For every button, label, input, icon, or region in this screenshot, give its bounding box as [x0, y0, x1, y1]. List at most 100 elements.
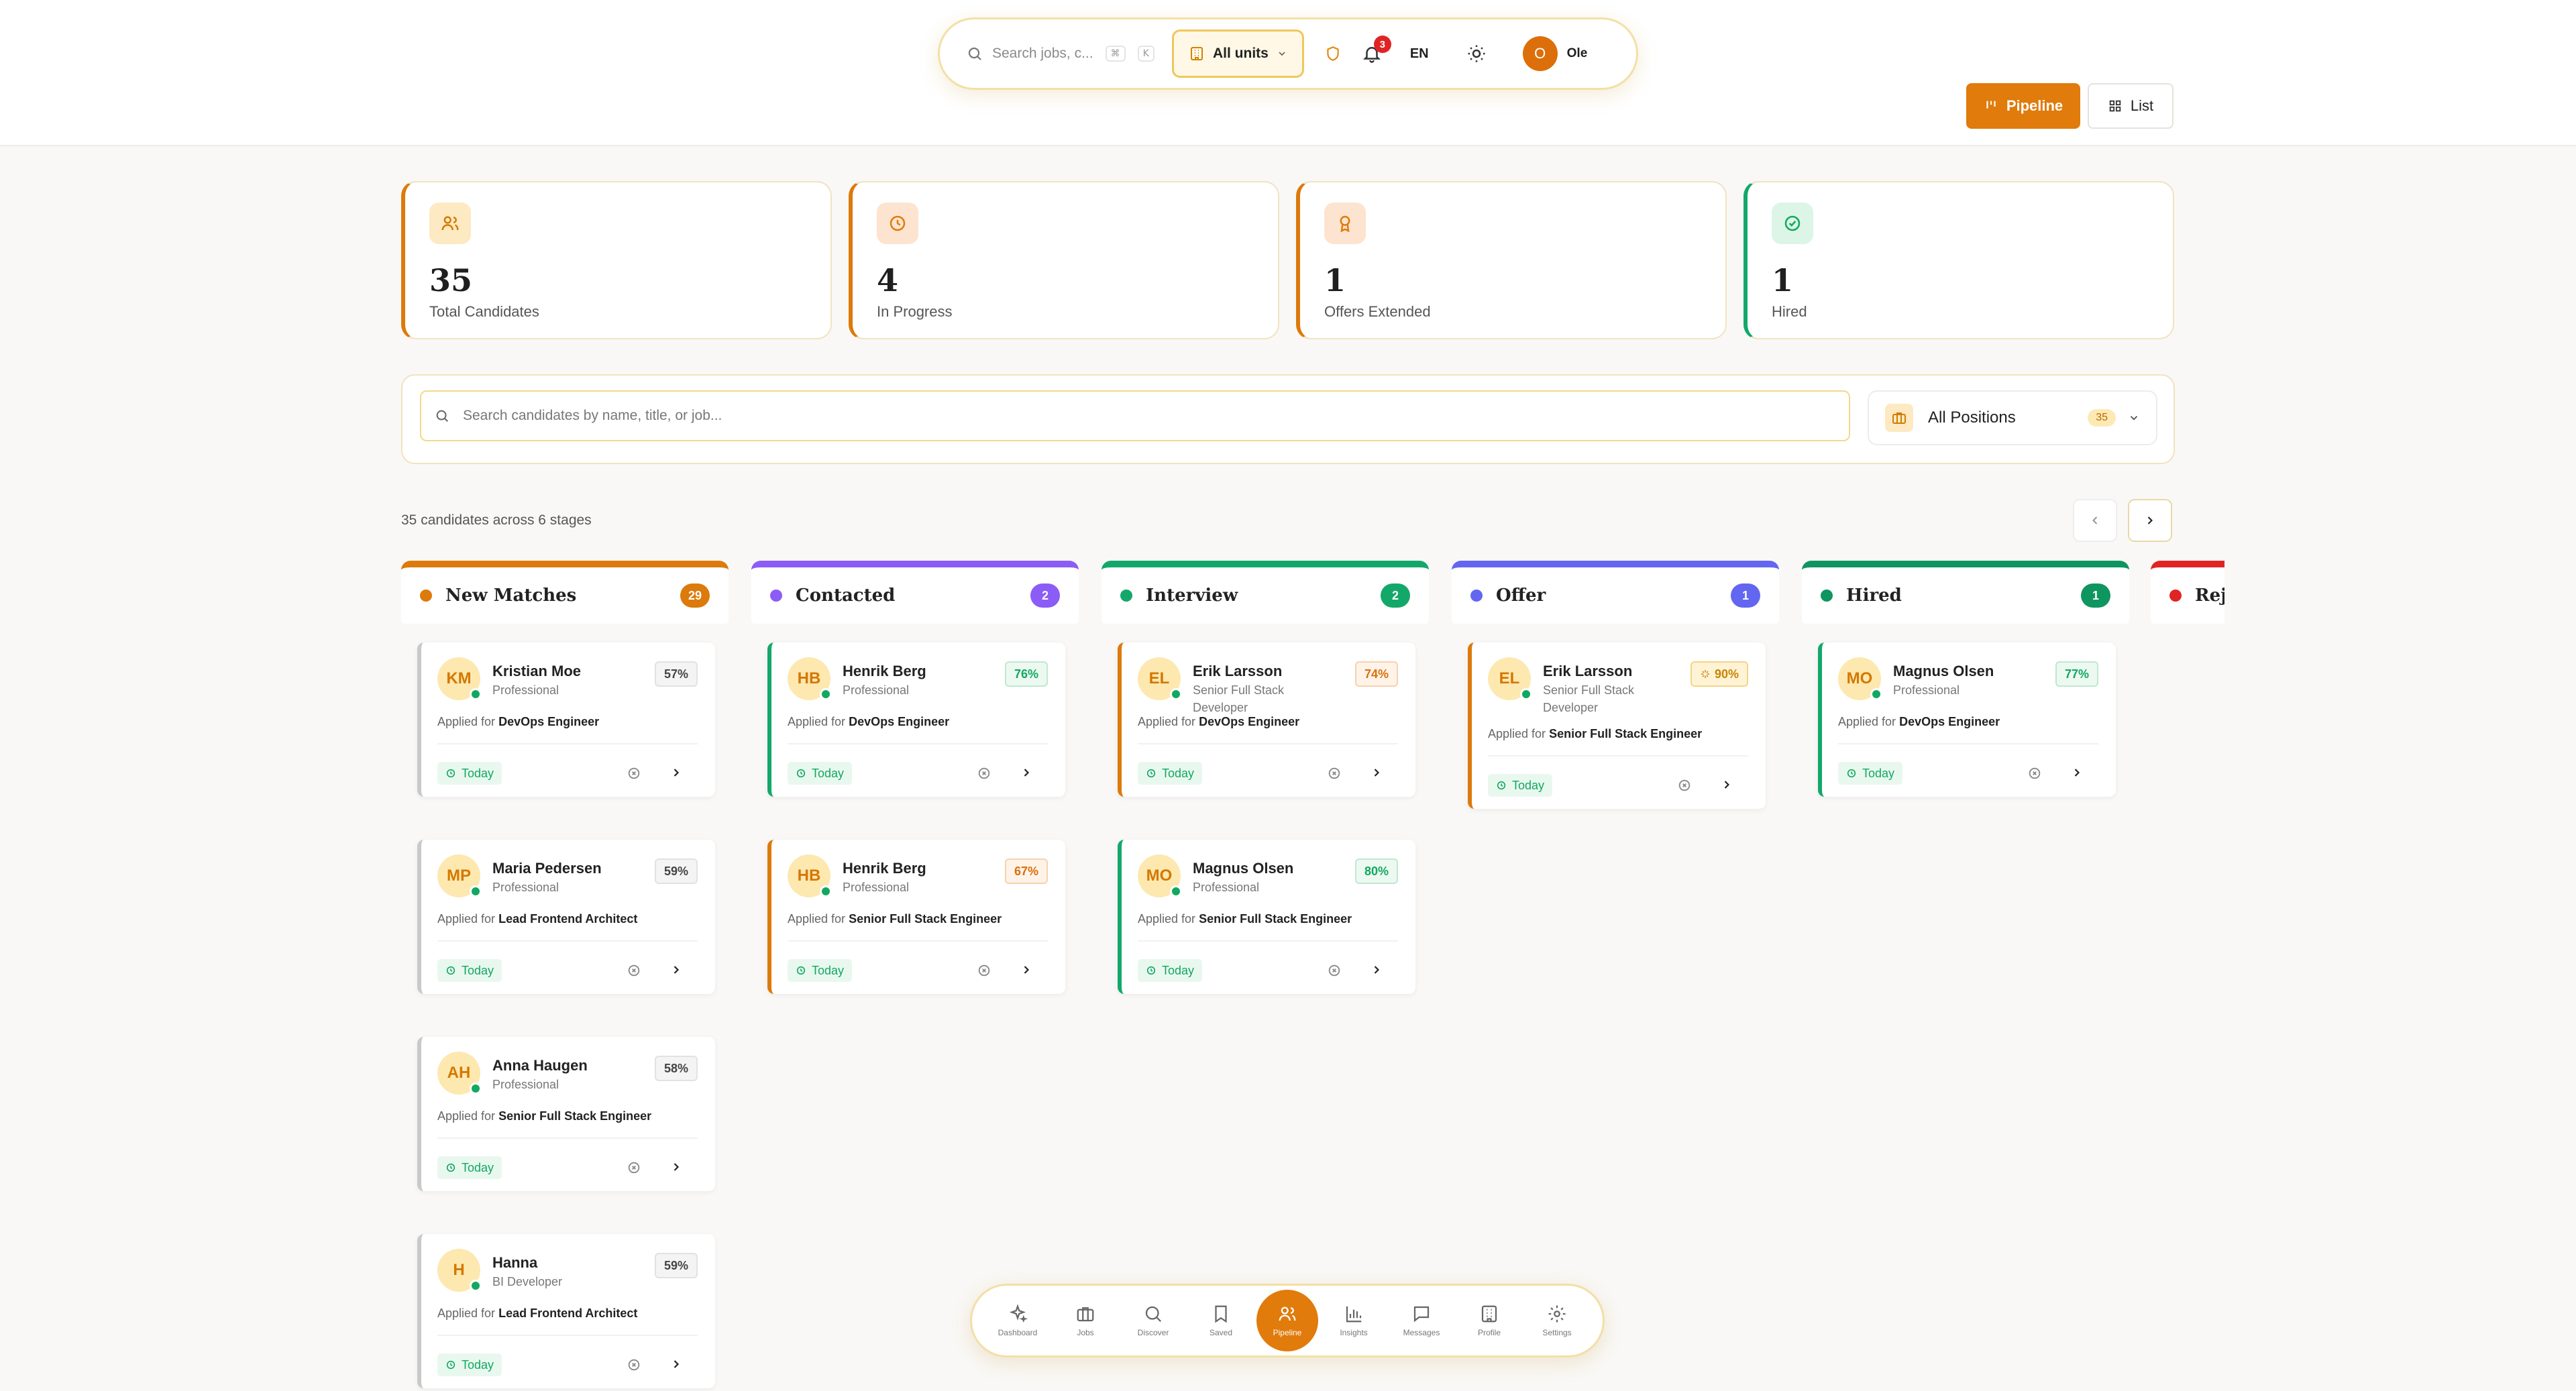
candidate-card[interactable]: MO Magnus Olsen Professional 77% Applied for…: [1818, 643, 2116, 797]
nav-item-messages[interactable]: Messages: [1389, 1291, 1454, 1350]
user-menu[interactable]: O Ole: [1522, 36, 1587, 71]
stat-value: 35: [429, 262, 473, 298]
reject-button[interactable]: [627, 766, 641, 781]
candidate-role: Senior Full Stack Developer: [1543, 683, 1635, 714]
advance-button[interactable]: [1020, 766, 1033, 779]
chevron-right-icon: [1020, 963, 1033, 977]
nav-item-profile[interactable]: Profile: [1457, 1291, 1521, 1350]
units-dropdown[interactable]: All units: [1172, 30, 1304, 78]
candidate-card[interactable]: MP Maria Pedersen Professional 59% Applied f…: [417, 840, 715, 994]
nav-item-insights[interactable]: Insights: [1322, 1291, 1386, 1350]
candidate-card[interactable]: KM Kristian Moe Professional 57% Applied for…: [417, 643, 715, 797]
card-divider: [1138, 743, 1398, 744]
card-divider: [1488, 755, 1748, 757]
date-badge-label: Today: [1512, 778, 1545, 792]
reject-button[interactable]: [627, 963, 641, 978]
date-badge: Today: [1838, 762, 1903, 785]
scroll-right-button[interactable]: [2128, 499, 2172, 542]
advance-button[interactable]: [1370, 766, 1383, 779]
pipeline-view-button[interactable]: Pipeline: [1966, 83, 2080, 129]
clock-icon: [445, 1359, 456, 1370]
reject-button[interactable]: [1327, 963, 1342, 978]
candidate-card[interactable]: EL Erik Larsson Senior Full Stack Develope…: [1118, 643, 1415, 797]
candidate-card[interactable]: AH Anna Haugen Professional 58% Applied for …: [417, 1037, 715, 1191]
nav-item-jobs[interactable]: Jobs: [1053, 1291, 1118, 1350]
notifications-button[interactable]: 3: [1362, 36, 1391, 64]
language-toggle[interactable]: EN: [1410, 46, 1429, 62]
reject-button[interactable]: [977, 766, 991, 781]
candidate-avatar: MO: [1138, 854, 1182, 897]
applied-job: Senior Full Stack Engineer: [498, 1109, 652, 1123]
candidate-initials: H: [453, 1261, 465, 1279]
chevron-right-icon: [669, 963, 683, 977]
candidate-card[interactable]: HB Henrik Berg Professional 76% Applied for …: [767, 643, 1065, 797]
advance-button[interactable]: [669, 1357, 683, 1371]
x-circle-icon: [627, 766, 641, 781]
clock-icon: [796, 965, 806, 976]
nav-item-dashboard[interactable]: Dashboard: [985, 1291, 1050, 1350]
match-score: 58%: [654, 1056, 698, 1081]
reject-button[interactable]: [1677, 778, 1692, 793]
theme-toggle[interactable]: [1466, 44, 1487, 64]
candidate-name: Henrik Berg: [843, 860, 926, 877]
candidate-name: Anna Haugen: [492, 1057, 588, 1074]
match-score: 80%: [1354, 858, 1398, 884]
match-score-value: 76%: [1014, 667, 1038, 681]
applied-for: Applied for DevOps Engineer: [1138, 715, 1299, 729]
match-score-value: 59%: [663, 1258, 688, 1272]
clock-icon: [890, 215, 906, 231]
clock-icon: [1146, 768, 1157, 779]
candidate-card[interactable]: HB Henrik Berg Professional 67% Applied for …: [767, 840, 1065, 994]
advance-button[interactable]: [669, 1160, 683, 1174]
reject-button[interactable]: [2027, 766, 2042, 781]
candidate-role: Professional: [492, 683, 559, 697]
nav-item-settings[interactable]: Settings: [1525, 1291, 1589, 1350]
advance-button[interactable]: [1370, 963, 1383, 977]
reject-button[interactable]: [1327, 766, 1342, 781]
candidate-card[interactable]: EL Erik Larsson Senior Full Stack Develope…: [1468, 643, 1766, 809]
scroll-left-button[interactable]: [2073, 499, 2117, 542]
chevron-down-icon: [1279, 52, 1285, 56]
date-badge: Today: [788, 762, 853, 785]
candidate-name: Kristian Moe: [492, 663, 582, 679]
list-view-button[interactable]: List: [2088, 83, 2174, 129]
nav-label: Settings: [1542, 1328, 1572, 1337]
global-search[interactable]: Search jobs, c... ⌘ K: [967, 46, 1163, 62]
column-title: Offer: [1496, 586, 1546, 606]
reject-button[interactable]: [627, 1160, 641, 1175]
advance-button[interactable]: [1020, 963, 1033, 977]
x-circle-icon: [1327, 963, 1342, 978]
positions-dropdown[interactable]: All Positions 35: [1868, 390, 2157, 445]
clock-icon: [445, 1162, 456, 1173]
applied-prefix: Applied for: [437, 715, 496, 728]
advance-button[interactable]: [2070, 766, 2084, 779]
candidate-avatar: KM: [437, 657, 482, 700]
candidate-search-input[interactable]: Search candidates by name, title, or job…: [420, 390, 1850, 441]
x-circle-icon: [627, 1160, 641, 1175]
date-badge: Today: [1138, 959, 1203, 982]
advance-button[interactable]: [669, 963, 683, 977]
reject-button[interactable]: [977, 963, 991, 978]
chevron-right-icon: [1020, 766, 1033, 779]
top-bar: Search jobs, c... ⌘ K All units 3 EN O Ol…: [938, 17, 1638, 90]
nav-item-saved[interactable]: Saved: [1189, 1291, 1253, 1350]
candidate-card[interactable]: H Hanna BI Developer 59% Applied for Lead Fr…: [417, 1234, 715, 1388]
candidate-initials: EL: [1499, 669, 1520, 687]
stat-value: 1: [1772, 262, 1794, 298]
nav-item-pipeline[interactable]: Pipeline: [1256, 1290, 1318, 1351]
applied-prefix: Applied for: [788, 715, 846, 728]
match-score: 59%: [654, 858, 698, 884]
shield-button[interactable]: [1324, 45, 1342, 62]
nav-item-discover[interactable]: Discover: [1121, 1291, 1185, 1350]
candidate-card[interactable]: MO Magnus Olsen Professional 80% Applied for…: [1118, 840, 1415, 994]
column-title: Contacted: [796, 586, 896, 606]
reject-button[interactable]: [627, 1357, 641, 1372]
date-badge: Today: [437, 762, 502, 785]
advance-button[interactable]: [669, 766, 683, 779]
date-badge: Today: [788, 959, 853, 982]
users-icon: [1279, 1306, 1296, 1321]
advance-button[interactable]: [1720, 778, 1733, 791]
online-indicator: [470, 1280, 482, 1292]
candidate-avatar: AH: [437, 1052, 482, 1095]
date-badge-label: Today: [462, 1160, 494, 1174]
